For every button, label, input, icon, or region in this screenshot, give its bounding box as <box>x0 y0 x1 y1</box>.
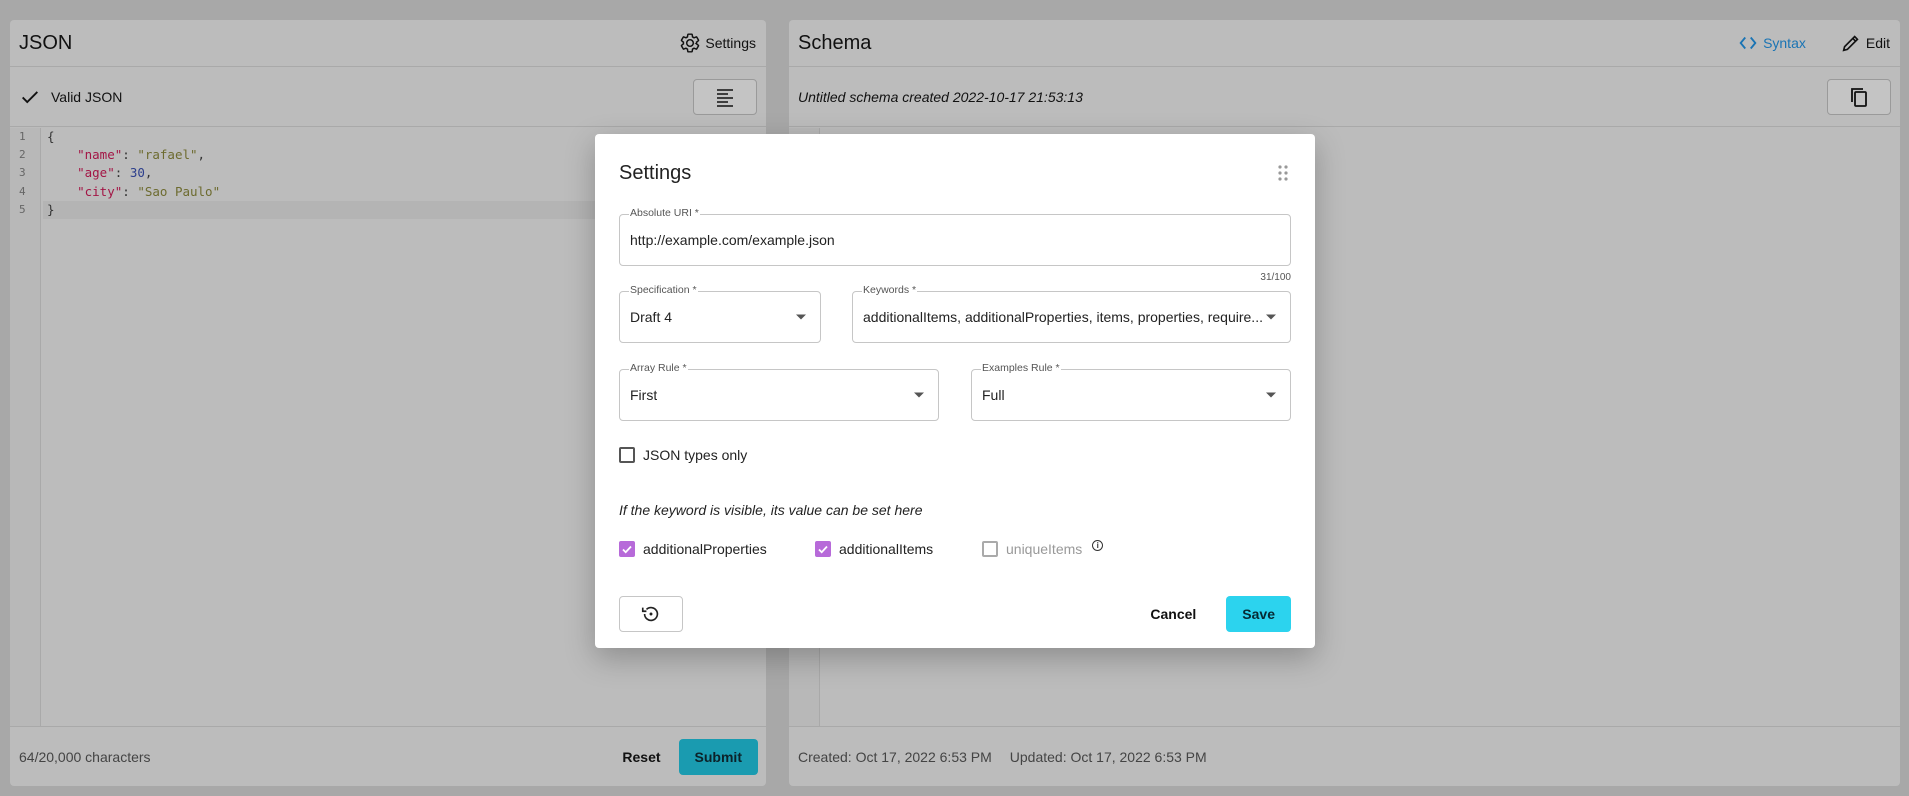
chevron-down-icon <box>1266 314 1276 320</box>
cancel-button[interactable]: Cancel <box>1150 606 1196 622</box>
check-icon <box>622 545 632 554</box>
line-number: 3 <box>19 166 26 180</box>
json-value: "rafael" <box>137 147 198 163</box>
checkbox-box[interactable] <box>815 541 831 557</box>
examples-rule-select[interactable]: Examples Rule * Full <box>971 362 1291 421</box>
chevron-down-icon <box>1266 392 1276 398</box>
additional-properties-checkbox[interactable]: additionalProperties <box>619 541 767 557</box>
dialog-title: Settings <box>619 162 692 184</box>
schema-header-actions: Syntax Edit <box>1737 32 1890 54</box>
json-key: "name" <box>77 147 123 163</box>
json-panel-title: JSON <box>19 31 73 54</box>
json-key: "age" <box>77 165 115 181</box>
edit-label: Edit <box>1865 35 1890 51</box>
keywords-label: Keywords * <box>862 284 918 296</box>
char-count: 64/20,000 characters <box>19 748 151 765</box>
json-types-only-checkbox[interactable]: JSON types only <box>619 447 747 463</box>
examples-rule-value: Full <box>982 387 1005 403</box>
checkbox-box[interactable] <box>619 447 635 463</box>
examples-rule-label: Examples Rule * <box>981 362 1061 374</box>
open-brace: { <box>47 129 55 144</box>
json-toolbar: Valid JSON <box>10 67 766 127</box>
json-footer: 64/20,000 characters Reset Submit <box>10 726 766 786</box>
chevron-down-icon <box>914 392 924 398</box>
restore-defaults-button[interactable] <box>619 596 683 632</box>
json-types-only-label: JSON types only <box>643 447 748 463</box>
check-icon <box>818 545 828 554</box>
array-rule-select[interactable]: Array Rule * First <box>619 362 939 421</box>
additional-items-label: additionalItems <box>839 541 934 557</box>
line-number: 5 <box>19 202 26 216</box>
settings-label: Settings <box>705 35 756 51</box>
edit-button[interactable]: Edit <box>1840 32 1890 54</box>
code-icon <box>1739 36 1757 50</box>
chevron-down-icon <box>796 314 806 320</box>
valid-status: Valid JSON <box>19 86 122 108</box>
schema-panel-header: Schema Syntax Edit <box>789 20 1900 67</box>
specification-value: Draft 4 <box>630 309 673 325</box>
reset-button[interactable]: Reset <box>622 749 660 765</box>
valid-status-label: Valid JSON <box>51 88 123 105</box>
array-rule-value: First <box>630 387 658 403</box>
json-value: "Sao Paulo" <box>137 183 221 199</box>
additional-properties-label: additionalProperties <box>643 541 767 557</box>
json-actions: Reset Submit <box>622 738 758 775</box>
schema-footer: Created: Oct 17, 2022 6:53 PM Updated: O… <box>789 726 1900 786</box>
json-value: 30 <box>129 165 145 181</box>
schema-dates: Created: Oct 17, 2022 6:53 PM Updated: O… <box>798 749 1207 765</box>
unique-items-label: uniqueItems <box>1006 541 1083 557</box>
close-brace: } <box>47 201 55 217</box>
info-icon[interactable]: i <box>1092 539 1104 551</box>
schema-toolbar: Untitled schema created 2022-10-17 21:53… <box>789 67 1900 127</box>
unique-items-checkbox: uniqueItems i <box>982 539 1104 557</box>
syntax-label: Syntax <box>1763 35 1806 51</box>
copy-button[interactable] <box>1827 78 1891 115</box>
dialog-actions: Cancel Save <box>1150 596 1291 632</box>
save-button[interactable]: Save <box>1226 596 1291 632</box>
history-icon <box>641 606 659 622</box>
checkbox-box[interactable] <box>619 541 635 557</box>
keywords-value: additionalItems, additionalProperties, i… <box>863 309 1263 325</box>
checkbox-box <box>982 541 998 557</box>
array-rule-label: Array Rule * <box>629 362 688 374</box>
specification-select[interactable]: Specification * Draft 4 <box>619 284 821 343</box>
keywords-select[interactable]: Keywords * additionalItems, additionalPr… <box>852 284 1291 343</box>
absolute-uri-label: Absolute URI * <box>629 207 700 219</box>
settings-button[interactable]: Settings <box>679 32 756 54</box>
gear-icon <box>681 33 700 53</box>
settings-dialog: Settings Absolute URI * http://example.c… <box>595 134 1315 648</box>
specification-label: Specification * <box>629 284 698 296</box>
format-button[interactable] <box>693 78 757 115</box>
line-number: 2 <box>19 148 26 162</box>
pencil-icon <box>1842 35 1859 52</box>
copy-icon <box>1851 87 1867 107</box>
json-key: "city" <box>77 183 123 199</box>
schema-panel-title: Schema <box>798 31 872 54</box>
schema-name: Untitled schema created 2022-10-17 21:53… <box>798 88 1083 105</box>
submit-button[interactable]: Submit <box>678 738 758 775</box>
drag-handle-icon[interactable] <box>1277 164 1289 182</box>
syntax-button[interactable]: Syntax <box>1737 32 1806 54</box>
absolute-uri-value: http://example.com/example.json <box>630 232 835 248</box>
keyword-hint: If the keyword is visible, its value can… <box>619 502 923 518</box>
absolute-uri-field[interactable]: Absolute URI * http://example.com/exampl… <box>619 207 1291 266</box>
created-date: Created: Oct 17, 2022 6:53 PM <box>798 748 992 765</box>
additional-items-checkbox[interactable]: additionalItems <box>815 541 933 557</box>
check-icon <box>22 90 38 103</box>
line-gutter: 1 2 3 4 5 <box>10 128 41 726</box>
line-number: 1 <box>19 130 26 143</box>
updated-date: Updated: Oct 17, 2022 6:53 PM <box>1009 748 1207 765</box>
align-left-icon <box>717 88 733 107</box>
json-panel-header: JSON Settings <box>10 20 766 67</box>
line-number: 4 <box>19 184 26 198</box>
uri-char-counter: 31/100 <box>1260 272 1291 283</box>
